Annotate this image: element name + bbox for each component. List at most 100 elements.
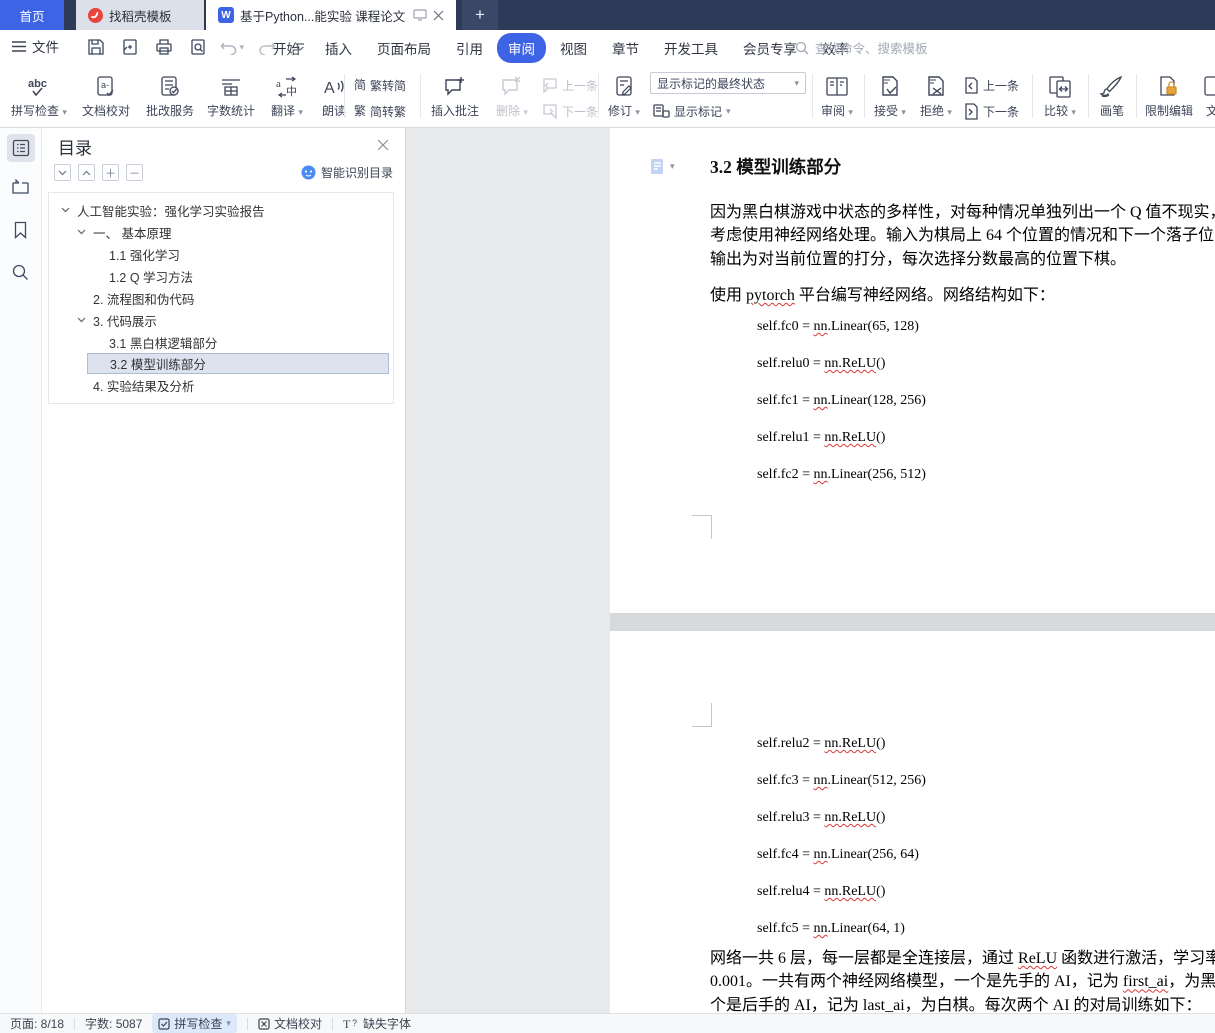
- expand-all-button[interactable]: ＋: [102, 164, 119, 181]
- chevron-down-icon[interactable]: [61, 207, 77, 213]
- accept-change-button[interactable]: 接受 ▾: [868, 69, 912, 123]
- tab-view[interactable]: 视图: [549, 33, 598, 63]
- clipped-toolbar-button[interactable]: 文: [1202, 69, 1215, 123]
- correction-service-button[interactable]: 批改服务: [140, 69, 200, 123]
- side-icon-strip: [0, 128, 42, 1013]
- toc-tree-item[interactable]: 3. 代码展示: [49, 309, 389, 331]
- tab-page-layout[interactable]: 页面布局: [366, 33, 442, 63]
- collapse-all-button[interactable]: －: [126, 164, 143, 181]
- collapse-up-button[interactable]: [78, 164, 95, 181]
- text-line: 输出为对当前位置的打分，每次选择分数最高的位置下棋。: [710, 248, 1215, 271]
- print-button[interactable]: [152, 35, 176, 59]
- toc-item-label: 3. 代码展示: [93, 311, 157, 330]
- word-count-button[interactable]: 字数统计: [202, 69, 260, 123]
- reject-change-button[interactable]: 拒绝 ▾: [914, 69, 958, 123]
- undo-caret-icon[interactable]: ▾: [239, 42, 244, 53]
- document-heading: 3.2 模型训练部分: [710, 154, 841, 179]
- show-markup-button[interactable]: 显示标记 ▾: [652, 100, 731, 122]
- chevron-down-icon: ▾: [794, 78, 799, 89]
- svg-text:a: a: [276, 78, 281, 90]
- prev-change-button[interactable]: 上一条: [962, 74, 1019, 96]
- document-canvas[interactable]: ▾ 3.2 模型训练部分 因为黑白棋游戏中状态的多样性，对每种情况单独列出一个 …: [406, 128, 1215, 1013]
- missing-font-icon: T?: [343, 1017, 359, 1030]
- smart-recognize-toc-button[interactable]: 智能识别目录: [301, 164, 393, 181]
- paragraph: 因为黑白棋游戏中状态的多样性，对每种情况单独列出一个 Q 值不现实，考虑使用神经…: [710, 201, 1215, 271]
- missing-fonts-indicator[interactable]: T? 缺失字体: [343, 1015, 411, 1032]
- toc-tree-item[interactable]: 1.1 强化学习: [49, 243, 389, 265]
- toc-tree-item[interactable]: 4. 实验结果及分析: [49, 374, 389, 396]
- export-pdf-button[interactable]: [118, 35, 142, 59]
- review-pane-button[interactable]: 审阅 ▾: [814, 69, 860, 123]
- toc-panel-button[interactable]: [7, 134, 35, 162]
- divider: [864, 74, 865, 118]
- translate-button[interactable]: a中 翻译 ▾: [262, 69, 312, 123]
- simp-to-trad-button[interactable]: 繁简转繁: [354, 100, 406, 122]
- expand-down-button[interactable]: [54, 164, 71, 181]
- tab-docer-templates[interactable]: 找稻壳模板: [76, 0, 204, 30]
- chevron-down-icon: ▾: [901, 107, 906, 117]
- divider: [247, 1018, 248, 1030]
- text-line: 考虑使用神经网络处理。输入为棋局上 64 个位置的情况和下一个落子位: [710, 224, 1215, 247]
- read-aloud-button[interactable]: A 朗读: [314, 69, 354, 123]
- track-changes-button[interactable]: 修订 ▾: [602, 69, 646, 123]
- spell-check-toggle[interactable]: 拼写检查 ▾: [152, 1014, 237, 1033]
- smart-recognize-label: 智能识别目录: [321, 164, 393, 181]
- undo-button[interactable]: ▾: [220, 35, 244, 59]
- delete-comment-button[interactable]: 删除 ▾: [490, 69, 534, 123]
- section-nav-button[interactable]: [7, 172, 35, 200]
- find-replace-button[interactable]: [7, 258, 35, 286]
- tab-document-title: 基于Python...能实验 课程论文: [240, 6, 407, 25]
- toc-tree-item[interactable]: 一、 基本原理: [49, 221, 389, 243]
- checkbox-x-icon: [258, 1018, 270, 1030]
- toc-tree-item[interactable]: 1.2 Q 学习方法: [49, 265, 389, 287]
- bookmark-button[interactable]: [7, 216, 35, 244]
- text-line: self.fc2 = nn.Linear(256, 512): [757, 466, 926, 503]
- toc-tree-item[interactable]: 人工智能实验：强化学习实验报告: [49, 199, 389, 221]
- save-button[interactable]: [84, 35, 108, 59]
- proofread-button[interactable]: a- 文档校对: [76, 69, 136, 123]
- divider: [1032, 74, 1033, 118]
- ink-button[interactable]: 画笔: [1092, 69, 1132, 123]
- tab-home[interactable]: 首页: [0, 0, 64, 30]
- print-preview-button[interactable]: [186, 35, 210, 59]
- section-folder-icon: [11, 178, 30, 195]
- toc-tree-item[interactable]: 2. 流程图和伪代码: [49, 287, 389, 309]
- tab-document[interactable]: W 基于Python...能实验 课程论文: [206, 0, 456, 30]
- document-page-2[interactable]: self.relu2 = nn.ReLU()self.fc3 = nn.Line…: [610, 631, 1215, 1013]
- divider: [74, 1018, 75, 1030]
- proofread-toggle[interactable]: 文档校对: [258, 1015, 322, 1032]
- markup-state-select[interactable]: 显示标记的最终状态▾: [650, 72, 806, 94]
- prev-comment-button[interactable]: 上一条: [540, 74, 598, 96]
- command-search[interactable]: 查找命令、搜索模板: [795, 38, 928, 57]
- compare-button[interactable]: 比较 ▾: [1036, 69, 1084, 123]
- chevron-down-icon[interactable]: [77, 229, 93, 235]
- restrict-editing-button[interactable]: 限制编辑: [1140, 69, 1198, 123]
- next-comment-button[interactable]: 下一条: [540, 100, 598, 122]
- file-menu-button[interactable]: 文件: [12, 36, 59, 56]
- new-tab-button[interactable]: +: [462, 0, 498, 30]
- tab-insert[interactable]: 插入: [314, 33, 363, 63]
- tab-section[interactable]: 章节: [601, 33, 650, 63]
- checkbox-check-icon: [158, 1018, 170, 1030]
- wps-writer-icon: W: [218, 7, 234, 23]
- trad-to-simp-button[interactable]: 简繁转简: [354, 74, 406, 96]
- chevron-down-icon: ▾: [726, 106, 731, 117]
- toc-tree-item[interactable]: 3.1 黑白棋逻辑部分: [49, 331, 389, 353]
- divider: [1136, 74, 1137, 118]
- insert-comment-button[interactable]: 插入批注: [424, 69, 486, 123]
- toc-item-label: 4. 实验结果及分析: [93, 376, 194, 395]
- close-tab-icon[interactable]: [433, 10, 444, 21]
- text-line: self.relu4 = nn.ReLU(): [757, 883, 926, 920]
- spell-check-button[interactable]: abc 拼写检查 ▾: [6, 69, 72, 123]
- close-panel-icon[interactable]: [377, 138, 389, 154]
- screen-share-icon[interactable]: [413, 9, 427, 21]
- tab-start[interactable]: 开始: [262, 33, 311, 63]
- next-change-button[interactable]: 下一条: [962, 100, 1019, 122]
- tab-dev-tools[interactable]: 开发工具: [653, 33, 729, 63]
- chevron-down-icon[interactable]: [77, 317, 93, 323]
- document-page-1[interactable]: ▾ 3.2 模型训练部分 因为黑白棋游戏中状态的多样性，对每种情况单独列出一个 …: [610, 128, 1215, 613]
- tab-references[interactable]: 引用: [445, 33, 494, 63]
- heading-style-gutter[interactable]: ▾: [650, 158, 675, 175]
- tab-review[interactable]: 审阅: [497, 33, 546, 63]
- toc-tree-item[interactable]: 3.2 模型训练部分: [87, 353, 389, 374]
